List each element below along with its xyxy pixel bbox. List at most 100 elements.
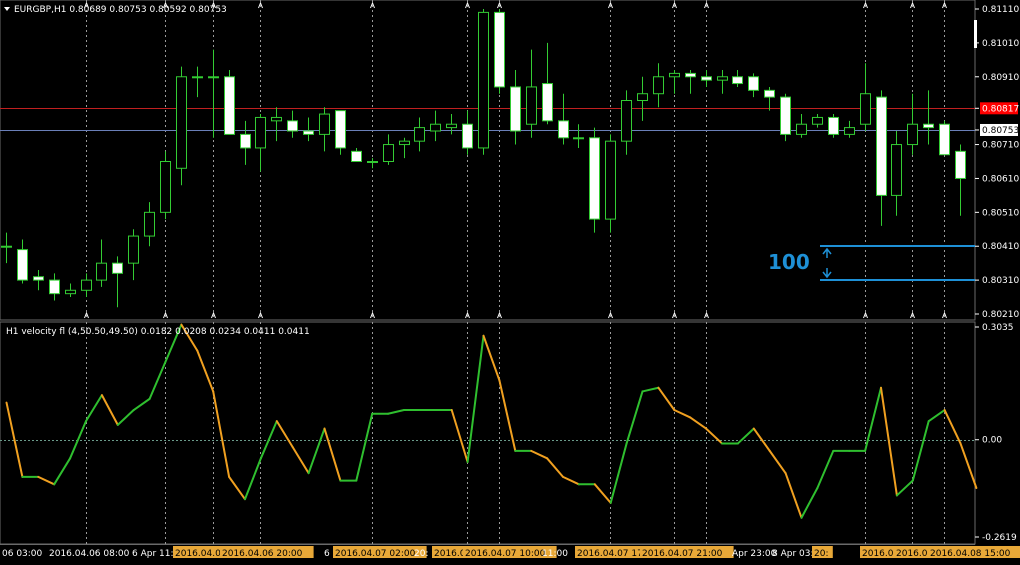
candle <box>828 114 839 138</box>
candle-body-bear <box>542 83 553 122</box>
candle-body-bull <box>65 289 76 295</box>
indicator-header: H1 velocity fl (4,50.50,49.50) 0.0182 0.… <box>6 327 310 337</box>
time-label: 20: <box>814 549 828 559</box>
candle-body-bull <box>367 161 378 163</box>
candle-body-bull <box>414 127 425 142</box>
time-label: Apr 23:00 <box>732 549 777 559</box>
price-panel[interactable]: 100 EURGBP,H1 0.80689 0.80753 0.80592 0.… <box>0 0 977 321</box>
candle-body-bear <box>240 133 251 149</box>
price-label: 0.80710 <box>982 141 1019 151</box>
chart-window[interactable]: 100 EURGBP,H1 0.80689 0.80753 0.80592 0.… <box>0 0 1020 565</box>
candle-body-bull <box>1 245 12 248</box>
candle <box>939 120 950 156</box>
candle-body-bull <box>669 72 680 78</box>
candle <box>335 110 346 155</box>
candle-body-bull <box>176 76 187 169</box>
candle-body-bear <box>558 120 569 139</box>
candle-body-bull <box>192 76 203 79</box>
candle-body-bear <box>49 279 60 295</box>
candle-body-bull <box>383 144 394 163</box>
candle-body-bull <box>605 140 616 220</box>
time-label: 06 03:00 <box>2 549 43 559</box>
candle-body-bear <box>33 276 44 281</box>
indicator-axis-label: 0.3035 <box>982 323 1014 333</box>
time-label: 2016.04.06 08:00 <box>49 549 130 559</box>
indicator-panel[interactable]: H1 velocity fl (4,50.50,49.50) 0.0182 0.… <box>0 321 978 545</box>
candle <box>176 66 187 186</box>
indicator-axis-label: -0.2619 <box>982 533 1017 543</box>
time-label: 2016.04.07 21:00 <box>642 549 723 559</box>
price-label: 0.80410 <box>982 242 1019 252</box>
candle-body-bull <box>796 123 807 135</box>
candle-body-bear <box>335 110 346 149</box>
candle-body-bull <box>446 123 457 129</box>
candle-body-bull <box>430 123 441 132</box>
candle <box>780 93 791 142</box>
candle-body-bear <box>303 130 314 135</box>
candle-body-bear <box>780 96 791 135</box>
price-label: 0.80310 <box>982 276 1019 286</box>
candle <box>605 134 616 233</box>
price-label: 0.80753 <box>982 126 1019 136</box>
candle-body-bull <box>907 123 918 146</box>
indicator-panel-frame <box>0 321 976 545</box>
candle-body-bear <box>939 123 950 156</box>
main-chart-header: EURGBP,H1 0.80689 0.80753 0.80592 0.8075… <box>14 5 227 15</box>
candle-body-bear <box>351 150 362 162</box>
price-label: 0.81110 <box>982 5 1019 15</box>
time-label: 11:00 <box>542 549 568 559</box>
candle-body-bull <box>891 144 902 196</box>
candle-body-bull <box>160 161 171 213</box>
candle-body-bear <box>828 116 839 135</box>
candle <box>224 70 235 135</box>
candle-body-bear <box>17 249 28 281</box>
candle-body-bear <box>510 86 521 132</box>
candle <box>160 151 171 220</box>
candle-body-bull <box>844 127 855 135</box>
candle-body-bear <box>685 72 696 78</box>
candle-body-bear <box>224 76 235 135</box>
candle-body-bull <box>81 279 92 291</box>
candle-body-bear <box>462 123 473 149</box>
price-label: 0.81010 <box>982 39 1019 49</box>
candle-body-bear <box>876 96 887 196</box>
time-label: 8 Apr 03: <box>772 549 814 559</box>
price-label: 0.80610 <box>982 174 1019 184</box>
candle-body-bull <box>319 113 330 135</box>
time-label: 2016.0 <box>896 549 928 559</box>
candle <box>478 9 489 155</box>
candle-body-bear <box>764 89 775 98</box>
time-label: 6 <box>324 549 330 559</box>
candle-body-bear <box>287 120 298 132</box>
time-label: 20: <box>414 549 428 559</box>
price-label: 0.80817 <box>982 104 1019 114</box>
candle-body-bear <box>494 11 505 88</box>
candle-body-bull <box>96 262 107 281</box>
candle-body-bull <box>637 93 648 101</box>
candle-body-bear <box>589 137 600 220</box>
candle-body-bull <box>271 116 282 122</box>
candle-body-bull <box>812 116 823 125</box>
time-label: 2016.04.07 02:00 <box>335 549 416 559</box>
candle-body-bull <box>208 76 219 79</box>
candle-body-bull <box>128 235 139 264</box>
candle-body-bear <box>955 150 966 179</box>
price-label: 0.80510 <box>982 208 1019 218</box>
indicator-axis-label: 0.00 <box>982 436 1002 446</box>
candle-body-bull <box>653 76 664 95</box>
time-label: 2016.04.07 17 <box>577 549 643 559</box>
annotation-label: 100 <box>768 250 810 274</box>
candle-body-bear <box>748 76 759 91</box>
time-label: 2016.04.07 10:00 <box>465 549 546 559</box>
candle-body-bull <box>621 100 632 142</box>
candle <box>494 9 505 94</box>
candle-body-bull <box>255 116 266 149</box>
candle-body-bull <box>399 140 410 146</box>
candle <box>589 127 600 233</box>
time-label: 2016.0 <box>434 549 466 559</box>
candle-body-bull <box>573 137 584 140</box>
candle-body-bull <box>860 93 871 125</box>
price-label: 0.80210 <box>982 310 1019 320</box>
candle-body-bear <box>112 262 123 274</box>
scroll-marker[interactable] <box>974 20 977 48</box>
